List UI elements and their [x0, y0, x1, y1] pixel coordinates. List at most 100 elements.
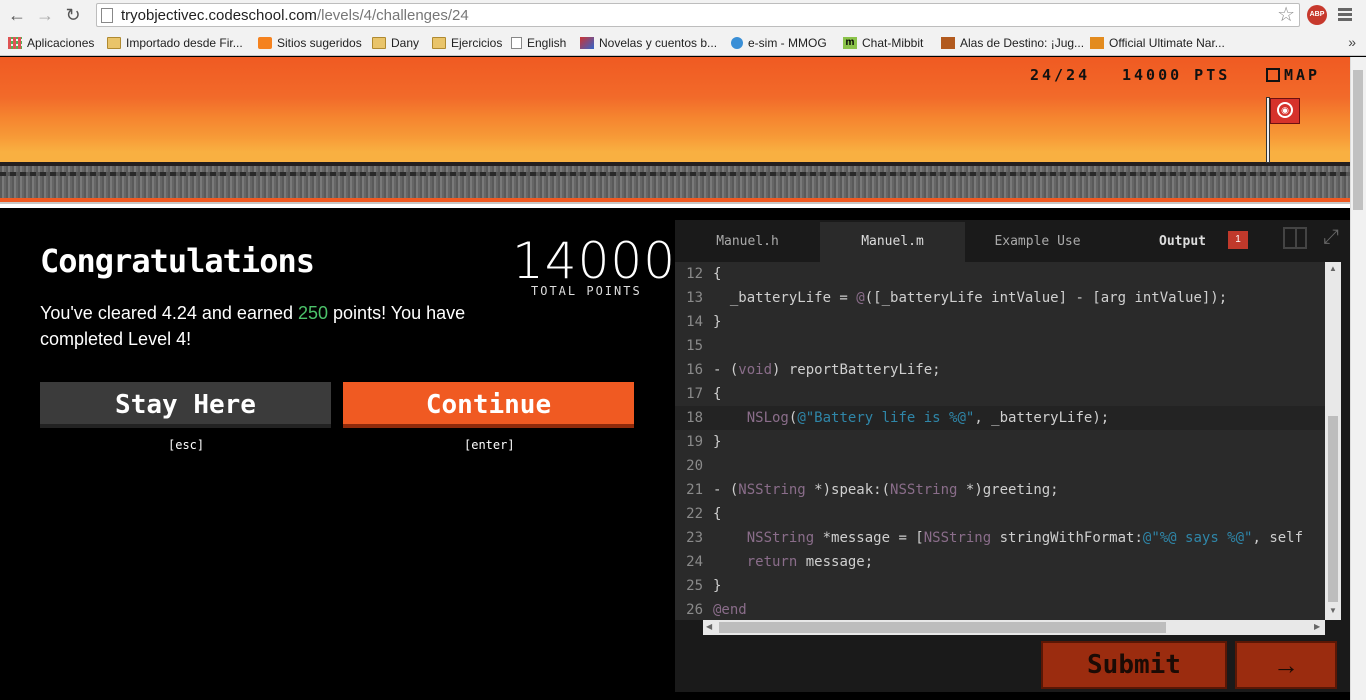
code-text: }	[713, 314, 722, 330]
bookmark-naruto[interactable]: Official Ultimate Nar...	[1090, 34, 1225, 52]
folder-icon	[372, 37, 386, 49]
code-text: }	[713, 434, 722, 450]
code-text: {	[713, 506, 722, 522]
forward-icon[interactable]: →	[34, 4, 56, 26]
code-line[interactable]: 14}	[675, 310, 1325, 334]
continue-shortcut: [enter]	[464, 438, 515, 452]
code-text: @end	[713, 602, 747, 618]
code-line[interactable]: 26 @end	[675, 598, 1325, 620]
line-number: 25	[686, 578, 703, 594]
tab-example-use[interactable]: Example Use	[965, 222, 1110, 262]
code-line[interactable]: 25}	[675, 574, 1325, 598]
code-line[interactable]: 17 {	[675, 382, 1325, 406]
code-area[interactable]: 12 {13 _batteryLife = @([_batteryLife int…	[675, 262, 1325, 620]
tab-manuel-m[interactable]: Manuel.m	[820, 222, 965, 262]
bookmark-importado[interactable]: Importado desde Fir...	[107, 34, 243, 52]
line-number: 13	[686, 290, 703, 306]
line-number: 17	[686, 386, 703, 402]
scroll-down-icon[interactable]: ▼	[1329, 606, 1337, 615]
submit-button[interactable]: Submit	[1041, 641, 1227, 689]
code-horizontal-scrollbar-thumb[interactable]	[719, 622, 1166, 633]
congrats-title: Congratulations	[40, 242, 315, 280]
bookmark-dany[interactable]: Dany	[372, 34, 419, 52]
line-number: 22	[686, 506, 703, 522]
line-number: 18	[686, 410, 703, 426]
code-line[interactable]: 23 NSString *message = [NSString stringW…	[675, 526, 1325, 550]
stay-shortcut: [esc]	[168, 438, 205, 452]
result-message: You've cleared 4.24 and earned 250 point…	[40, 303, 466, 349]
mibbit-icon: m	[843, 37, 857, 49]
code-line[interactable]: 21 - (NSString *)speak:(NSString *)greeti…	[675, 478, 1325, 502]
page-scrollbar-thumb[interactable]	[1353, 70, 1363, 210]
total-points-label: TOTAL POINTS	[531, 284, 642, 298]
map-icon	[1266, 68, 1280, 82]
layout-toggle-icon[interactable]	[1283, 227, 1307, 249]
code-text: _batteryLife = @([_batteryLife intValue]…	[713, 290, 1228, 306]
bookmark-sitios[interactable]: Sitios sugeridos	[258, 34, 362, 52]
bookmark-apps[interactable]: Aplicaciones	[8, 34, 94, 52]
bookmark-esim[interactable]: e-sim - MMOG	[731, 34, 827, 52]
line-number: 16	[686, 362, 703, 378]
line-number: 26	[686, 602, 703, 618]
line-number: 12	[686, 266, 703, 282]
scroll-up-icon[interactable]: ▲	[1329, 264, 1337, 273]
hud-map-link[interactable]: MAP	[1266, 66, 1320, 84]
scroll-right-icon[interactable]: ▶	[1314, 622, 1320, 631]
output-count-badge: 1	[1228, 231, 1248, 249]
globe-icon	[731, 37, 743, 49]
code-line[interactable]: 16 - (void) reportBatteryLife;	[675, 358, 1325, 382]
folder-icon	[107, 37, 121, 49]
code-line[interactable]: 13 _batteryLife = @([_batteryLife intVal…	[675, 286, 1325, 310]
bookmarks-bar: Aplicaciones Importado desde Fir... Siti…	[0, 30, 1366, 56]
line-number: 23	[686, 530, 703, 546]
url-text[interactable]: tryobjectivec.codeschool.com/levels/4/ch…	[121, 7, 469, 24]
line-number: 14	[686, 314, 703, 330]
code-text: }	[713, 578, 722, 594]
page-icon	[511, 37, 522, 49]
code-line[interactable]: 22 {	[675, 502, 1325, 526]
bookmark-star-icon[interactable]: ☆	[1277, 4, 1295, 26]
tab-manuel-h[interactable]: Manuel.h	[675, 222, 820, 262]
game-icon	[1090, 37, 1104, 49]
bookmark-english[interactable]: English	[511, 34, 566, 52]
novel-icon	[580, 37, 594, 49]
stay-here-button[interactable]: Stay Here	[40, 382, 331, 428]
code-text: {	[713, 386, 722, 402]
code-text: {	[713, 266, 722, 282]
hud-points: 14000 PTS	[1122, 66, 1231, 84]
continue-button[interactable]: Continue	[343, 382, 634, 428]
code-line[interactable]: 24 return message;	[675, 550, 1325, 574]
code-line[interactable]: 20	[675, 454, 1325, 478]
code-text: NSLog(@"Battery life is %@", _batteryLif…	[746, 410, 1110, 426]
code-line[interactable]: 19}	[675, 430, 1325, 454]
adblock-icon[interactable]: ABP	[1307, 5, 1327, 25]
fullscreen-icon[interactable]: ⤢	[1319, 225, 1343, 249]
suggested-sites-icon	[258, 37, 272, 49]
line-number: 15	[686, 338, 703, 354]
back-icon[interactable]: ←	[6, 4, 28, 26]
code-line[interactable]: 12 {	[675, 262, 1325, 286]
browser-toolbar: ← → ↻ tryobjectivec.codeschool.com/level…	[0, 0, 1366, 30]
page-icon	[101, 8, 113, 23]
bookmark-novelas[interactable]: Novelas y cuentos b...	[580, 34, 717, 52]
bookmark-alas[interactable]: Alas de Destino: ¡Jug...	[941, 34, 1084, 52]
road-pattern	[0, 172, 1350, 176]
code-line[interactable]: 15	[675, 334, 1325, 358]
bookmark-ejercicios[interactable]: Ejercicios	[432, 34, 502, 52]
code-text: NSString *message = [NSString stringWith…	[746, 530, 1304, 546]
bookmark-mibbit[interactable]: m Chat-Mibbit	[843, 34, 923, 52]
editor-tabs: Manuel.h Manuel.m Example Use Output	[675, 222, 1350, 262]
code-line[interactable]: 18 NSLog(@"Battery life is %@", _battery…	[675, 406, 1325, 430]
address-bar[interactable]: tryobjectivec.codeschool.com/levels/4/ch…	[96, 3, 1300, 27]
next-arrow-button[interactable]: →	[1235, 641, 1337, 689]
line-number: 20	[686, 458, 703, 474]
folder-icon	[432, 37, 446, 49]
codeschool-logo-icon: ◉	[1277, 102, 1293, 118]
menu-icon[interactable]	[1336, 6, 1354, 24]
line-number: 19	[686, 434, 703, 450]
reload-icon[interactable]: ↻	[62, 4, 84, 26]
road-edge	[0, 198, 1350, 202]
scroll-left-icon[interactable]: ◀	[706, 622, 712, 631]
code-vertical-scrollbar-thumb[interactable]	[1328, 416, 1338, 602]
bookmarks-more-icon[interactable]: »	[1348, 34, 1356, 50]
